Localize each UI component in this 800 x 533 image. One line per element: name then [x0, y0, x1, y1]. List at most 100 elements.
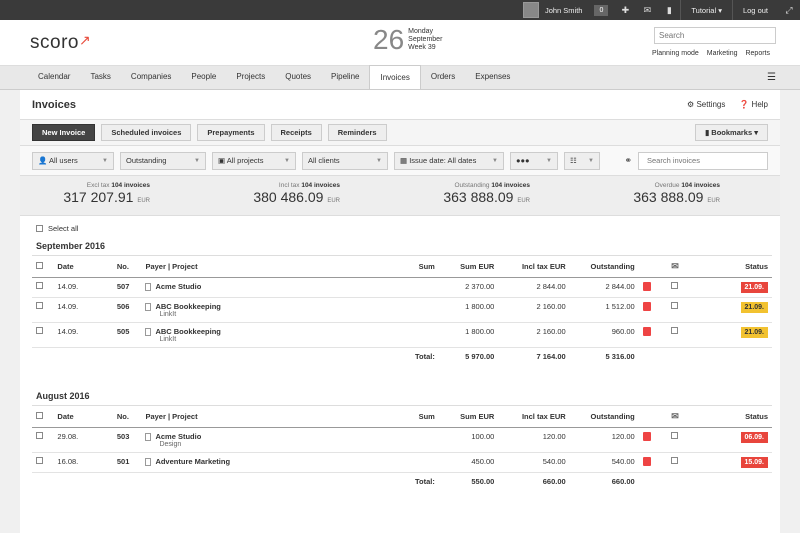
col-no[interactable]: No.: [112, 405, 142, 429]
mail-icon[interactable]: ✉: [636, 0, 658, 20]
table-row[interactable]: 16.08. 501 Adventure Marketing 450.00 540.00…: [32, 452, 772, 474]
row-checkbox[interactable]: [36, 302, 43, 309]
payer-name[interactable]: Acme Studio: [155, 432, 201, 441]
pdf-icon[interactable]: [642, 302, 651, 311]
row-checkbox[interactable]: [36, 327, 43, 335]
global-search-input[interactable]: [654, 27, 776, 44]
invoice-number[interactable]: 501: [112, 452, 142, 474]
sum-eur: 1 800.00: [438, 297, 499, 324]
tab-companies[interactable]: Companies: [121, 65, 181, 89]
col-outstanding[interactable]: Outstanding: [569, 255, 639, 278]
project-name[interactable]: LinkIt: [159, 336, 363, 343]
logout-link[interactable]: Log out: [731, 0, 778, 20]
tab-tasks[interactable]: Tasks: [80, 65, 120, 89]
col-payer[interactable]: Payer | Project: [141, 255, 368, 278]
row-checkbox[interactable]: [36, 432, 43, 440]
sent-checkbox[interactable]: [671, 432, 679, 440]
project-name[interactable]: LinkIt: [159, 311, 363, 318]
col-sum-eur[interactable]: Sum EUR: [438, 405, 499, 429]
col-status[interactable]: Status: [702, 405, 772, 429]
reminders-button[interactable]: Reminders: [327, 124, 387, 141]
sent-checkbox[interactable]: [671, 302, 679, 309]
logo[interactable]: scoro↗: [30, 32, 91, 54]
bookmarks-button[interactable]: ▮ Bookmarks ▾: [695, 124, 768, 141]
tab-people[interactable]: People: [181, 65, 226, 89]
col-sum-eur[interactable]: Sum EUR: [438, 255, 499, 278]
outstanding: 960.00: [569, 322, 639, 349]
document-icon: [145, 303, 152, 312]
more-filters[interactable]: ●●● ▼: [510, 151, 558, 170]
tutorial-menu[interactable]: Tutorial ▾: [680, 0, 732, 20]
link-icon[interactable]: ⚭: [624, 155, 632, 166]
help-button[interactable]: ❓ Help: [739, 100, 768, 109]
tab-orders[interactable]: Orders: [421, 65, 465, 89]
sent-checkbox[interactable]: [671, 282, 679, 289]
col-date[interactable]: Date: [53, 405, 113, 429]
row-select-all-checkbox[interactable]: [36, 412, 43, 420]
payer-name[interactable]: ABC Bookkeeping: [155, 327, 220, 336]
status-filter[interactable]: Outstanding ▼: [120, 151, 206, 170]
sent-checkbox[interactable]: [671, 327, 679, 335]
tab-invoices[interactable]: Invoices: [369, 65, 421, 89]
tab-pipeline[interactable]: Pipeline: [321, 65, 369, 89]
new-invoice-button[interactable]: New Invoice: [32, 124, 96, 141]
table-row[interactable]: 14.09. 505 ABC Bookkeeping LinkIt 1 800.00 2 …: [32, 322, 772, 349]
bookmark-icon[interactable]: ▮: [658, 0, 680, 20]
tab-calendar[interactable]: Calendar: [28, 65, 80, 89]
planning-mode-link[interactable]: Planning mode: [652, 50, 699, 57]
pdf-icon[interactable]: [642, 432, 651, 442]
issue-date-filter[interactable]: ▦ Issue date: All dates ▼: [394, 151, 504, 170]
invoice-number[interactable]: 503: [112, 427, 142, 454]
receipts-button[interactable]: Receipts: [270, 124, 322, 141]
row-select-all-checkbox[interactable]: [36, 262, 43, 269]
col-outstanding[interactable]: Outstanding: [569, 405, 639, 429]
columns-toggle[interactable]: ☷ ▼: [564, 151, 600, 170]
pdf-icon[interactable]: [642, 457, 651, 467]
plus-icon[interactable]: ✚: [614, 0, 636, 20]
select-all-checkbox[interactable]: [36, 225, 43, 232]
expand-icon[interactable]: ⤢: [778, 0, 800, 20]
tab-expenses[interactable]: Expenses: [465, 65, 520, 89]
col-incl-tax[interactable]: Incl tax EUR: [498, 405, 570, 429]
marketing-link[interactable]: Marketing: [707, 50, 738, 57]
payer-name[interactable]: ABC Bookkeeping: [155, 302, 220, 311]
project-name[interactable]: Design: [159, 441, 363, 448]
invoice-number[interactable]: 505: [112, 322, 142, 349]
invoice-search-input[interactable]: [638, 151, 768, 170]
prepayments-button[interactable]: Prepayments: [197, 124, 265, 141]
col-status[interactable]: Status: [702, 255, 772, 278]
pdf-icon[interactable]: [642, 327, 651, 337]
table-row[interactable]: 14.09. 507 Acme Studio 2 370.00 2 844.00 2 84…: [32, 277, 772, 298]
tab-quotes[interactable]: Quotes: [275, 65, 321, 89]
incl-tax: 2 160.00: [498, 297, 570, 324]
invoice-number[interactable]: 507: [112, 277, 142, 298]
col-date[interactable]: Date: [53, 255, 113, 278]
payer-name[interactable]: Adventure Marketing: [155, 457, 230, 466]
users-filter[interactable]: 👤 All users ▼: [32, 151, 114, 170]
user-name[interactable]: John Smith: [545, 6, 583, 15]
invoice-date: 14.09.: [53, 277, 113, 298]
col-sum[interactable]: Sum: [367, 405, 439, 429]
clients-filter[interactable]: All clients ▼: [302, 151, 388, 170]
payer-name[interactable]: Acme Studio: [155, 282, 201, 291]
settings-button[interactable]: ⚙ Settings: [687, 100, 725, 109]
sent-checkbox[interactable]: [671, 457, 679, 465]
invoice-number[interactable]: 506: [112, 297, 142, 324]
col-no[interactable]: No.: [112, 255, 142, 278]
table-row[interactable]: 14.09. 506 ABC Bookkeeping LinkIt 1 800.00 2 …: [32, 297, 772, 324]
col-payer[interactable]: Payer | Project: [141, 405, 368, 429]
avatar[interactable]: [522, 2, 539, 18]
reports-link[interactable]: Reports: [745, 50, 770, 57]
row-checkbox[interactable]: [36, 457, 43, 465]
tab-projects[interactable]: Projects: [226, 65, 275, 89]
projects-filter[interactable]: ▣ All projects ▼: [212, 151, 296, 170]
table-row[interactable]: 29.08. 503 Acme Studio Design 100.00 120.00 12…: [32, 427, 772, 454]
col-sum[interactable]: Sum: [367, 255, 439, 278]
hamburger-icon[interactable]: ☰: [767, 72, 776, 83]
row-checkbox[interactable]: [36, 282, 43, 289]
notification-count[interactable]: 0: [594, 4, 609, 16]
scheduled-invoices-button[interactable]: Scheduled invoices: [101, 124, 192, 141]
pdf-icon[interactable]: [642, 282, 651, 291]
col-incl-tax[interactable]: Incl tax EUR: [498, 255, 570, 278]
invoice-table: Date No. Payer | Project Sum Sum EUR Incl tax…: [32, 405, 772, 490]
